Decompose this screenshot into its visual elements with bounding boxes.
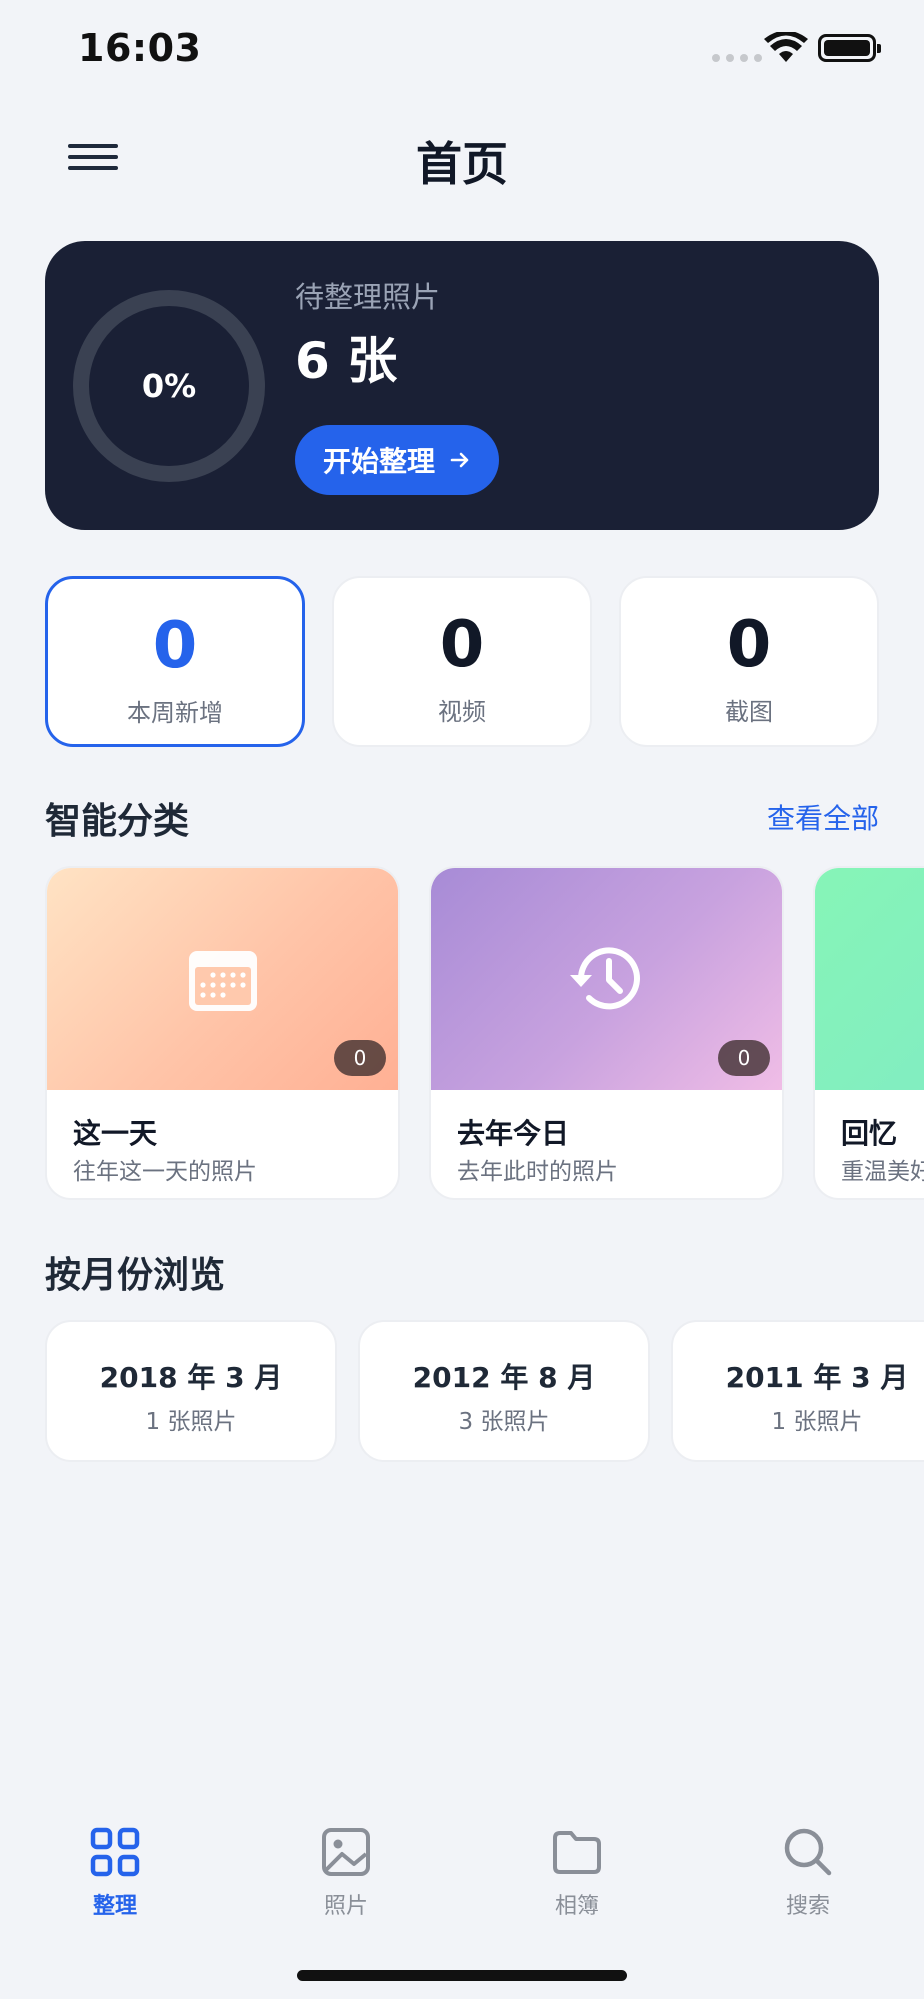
month-card[interactable]: 2011 年 3 月 1 张照片: [671, 1320, 924, 1462]
category-card-this-day[interactable]: 0 这一天 往年这一天的照片: [45, 866, 400, 1200]
start-organizing-button[interactable]: 开始整理: [295, 425, 500, 495]
stat-value: 0: [152, 609, 198, 683]
stat-value: 0: [726, 608, 772, 682]
month-title: 2018 年 3 月: [99, 1361, 283, 1394]
tab-label: 搜索: [785, 1894, 830, 1919]
category-subtitle: 重温美好: [841, 1159, 924, 1185]
category-subtitle: 去年此时的照片: [457, 1159, 618, 1185]
calendar-icon: [188, 951, 257, 1011]
cellular-signal-icon: [712, 54, 762, 62]
stat-value: 0: [439, 608, 485, 682]
folder-icon: [553, 1831, 601, 1874]
category-cover: 0: [431, 868, 782, 1090]
status-time: 16:03: [78, 26, 202, 70]
month-card[interactable]: 2018 年 3 月 1 张照片: [45, 1320, 337, 1462]
month-photo-count: 1 张照片: [145, 1409, 237, 1435]
category-title: 去年今日: [457, 1117, 570, 1150]
category-cover: [815, 868, 924, 1090]
tab-label: 相簿: [554, 1894, 599, 1919]
hero-subtitle: 待整理照片: [295, 280, 441, 314]
tab-photos[interactable]: 照片: [286, 1826, 406, 1920]
category-card-memories[interactable]: 回忆 重温美好: [813, 866, 924, 1200]
battery-icon: [818, 34, 881, 62]
stat-card-weekly-new[interactable]: 0 本周新增: [45, 576, 305, 747]
image-icon: [322, 1828, 370, 1876]
category-title: 这一天: [73, 1117, 158, 1150]
smart-categories-title: 智能分类: [45, 801, 190, 842]
category-card-last-year-today[interactable]: 0 去年今日 去年此时的照片: [429, 866, 784, 1200]
month-title: 2011 年 3 月: [725, 1361, 909, 1394]
stat-card-screenshots[interactable]: 0 截图: [619, 576, 879, 747]
tab-albums[interactable]: 相簿: [517, 1826, 637, 1920]
month-photo-count: 1 张照片: [771, 1409, 863, 1435]
category-cover: 0: [47, 868, 398, 1090]
page-title: 首页: [416, 137, 508, 191]
view-all-link[interactable]: 查看全部: [767, 797, 879, 837]
arrow-right-icon: [450, 452, 469, 468]
category-title: 回忆: [841, 1117, 898, 1150]
tab-organize[interactable]: 整理: [55, 1826, 175, 1920]
pending-count: 6 张: [295, 332, 398, 390]
tab-label: 整理: [92, 1894, 137, 1919]
pending-photos-card: 0% 待整理照片 6 张 开始整理: [45, 241, 879, 530]
stat-label: 视频: [438, 698, 486, 726]
month-card[interactable]: 2012 年 8 月 3 张照片: [358, 1320, 650, 1462]
grid-icon: [90, 1827, 140, 1877]
home-screen: 16:03 首页 0% 待整理照片 6 张 开始整理 0 本周新增 0 视频 0…: [0, 0, 924, 1999]
category-subtitle: 往年这一天的照片: [73, 1159, 257, 1185]
wifi-icon: [764, 32, 808, 62]
status-bar: 16:03: [0, 0, 924, 100]
search-icon: [784, 1828, 832, 1876]
browse-by-month-title: 按月份浏览: [45, 1255, 226, 1296]
stat-card-videos[interactable]: 0 视频: [332, 576, 592, 747]
month-photo-count: 3 张照片: [458, 1409, 550, 1435]
category-count-badge: 0: [718, 1040, 770, 1076]
progress-percentage: 0%: [141, 367, 197, 405]
stat-label: 截图: [725, 698, 773, 726]
history-clock-icon: [569, 947, 640, 1010]
home-indicator: [297, 1970, 627, 1981]
tab-search[interactable]: 搜索: [748, 1826, 868, 1920]
tab-label: 照片: [323, 1894, 368, 1919]
start-organizing-label: 开始整理: [323, 445, 436, 478]
month-title: 2012 年 8 月: [412, 1361, 596, 1394]
stat-label: 本周新增: [127, 699, 223, 727]
category-count-badge: 0: [334, 1040, 386, 1076]
